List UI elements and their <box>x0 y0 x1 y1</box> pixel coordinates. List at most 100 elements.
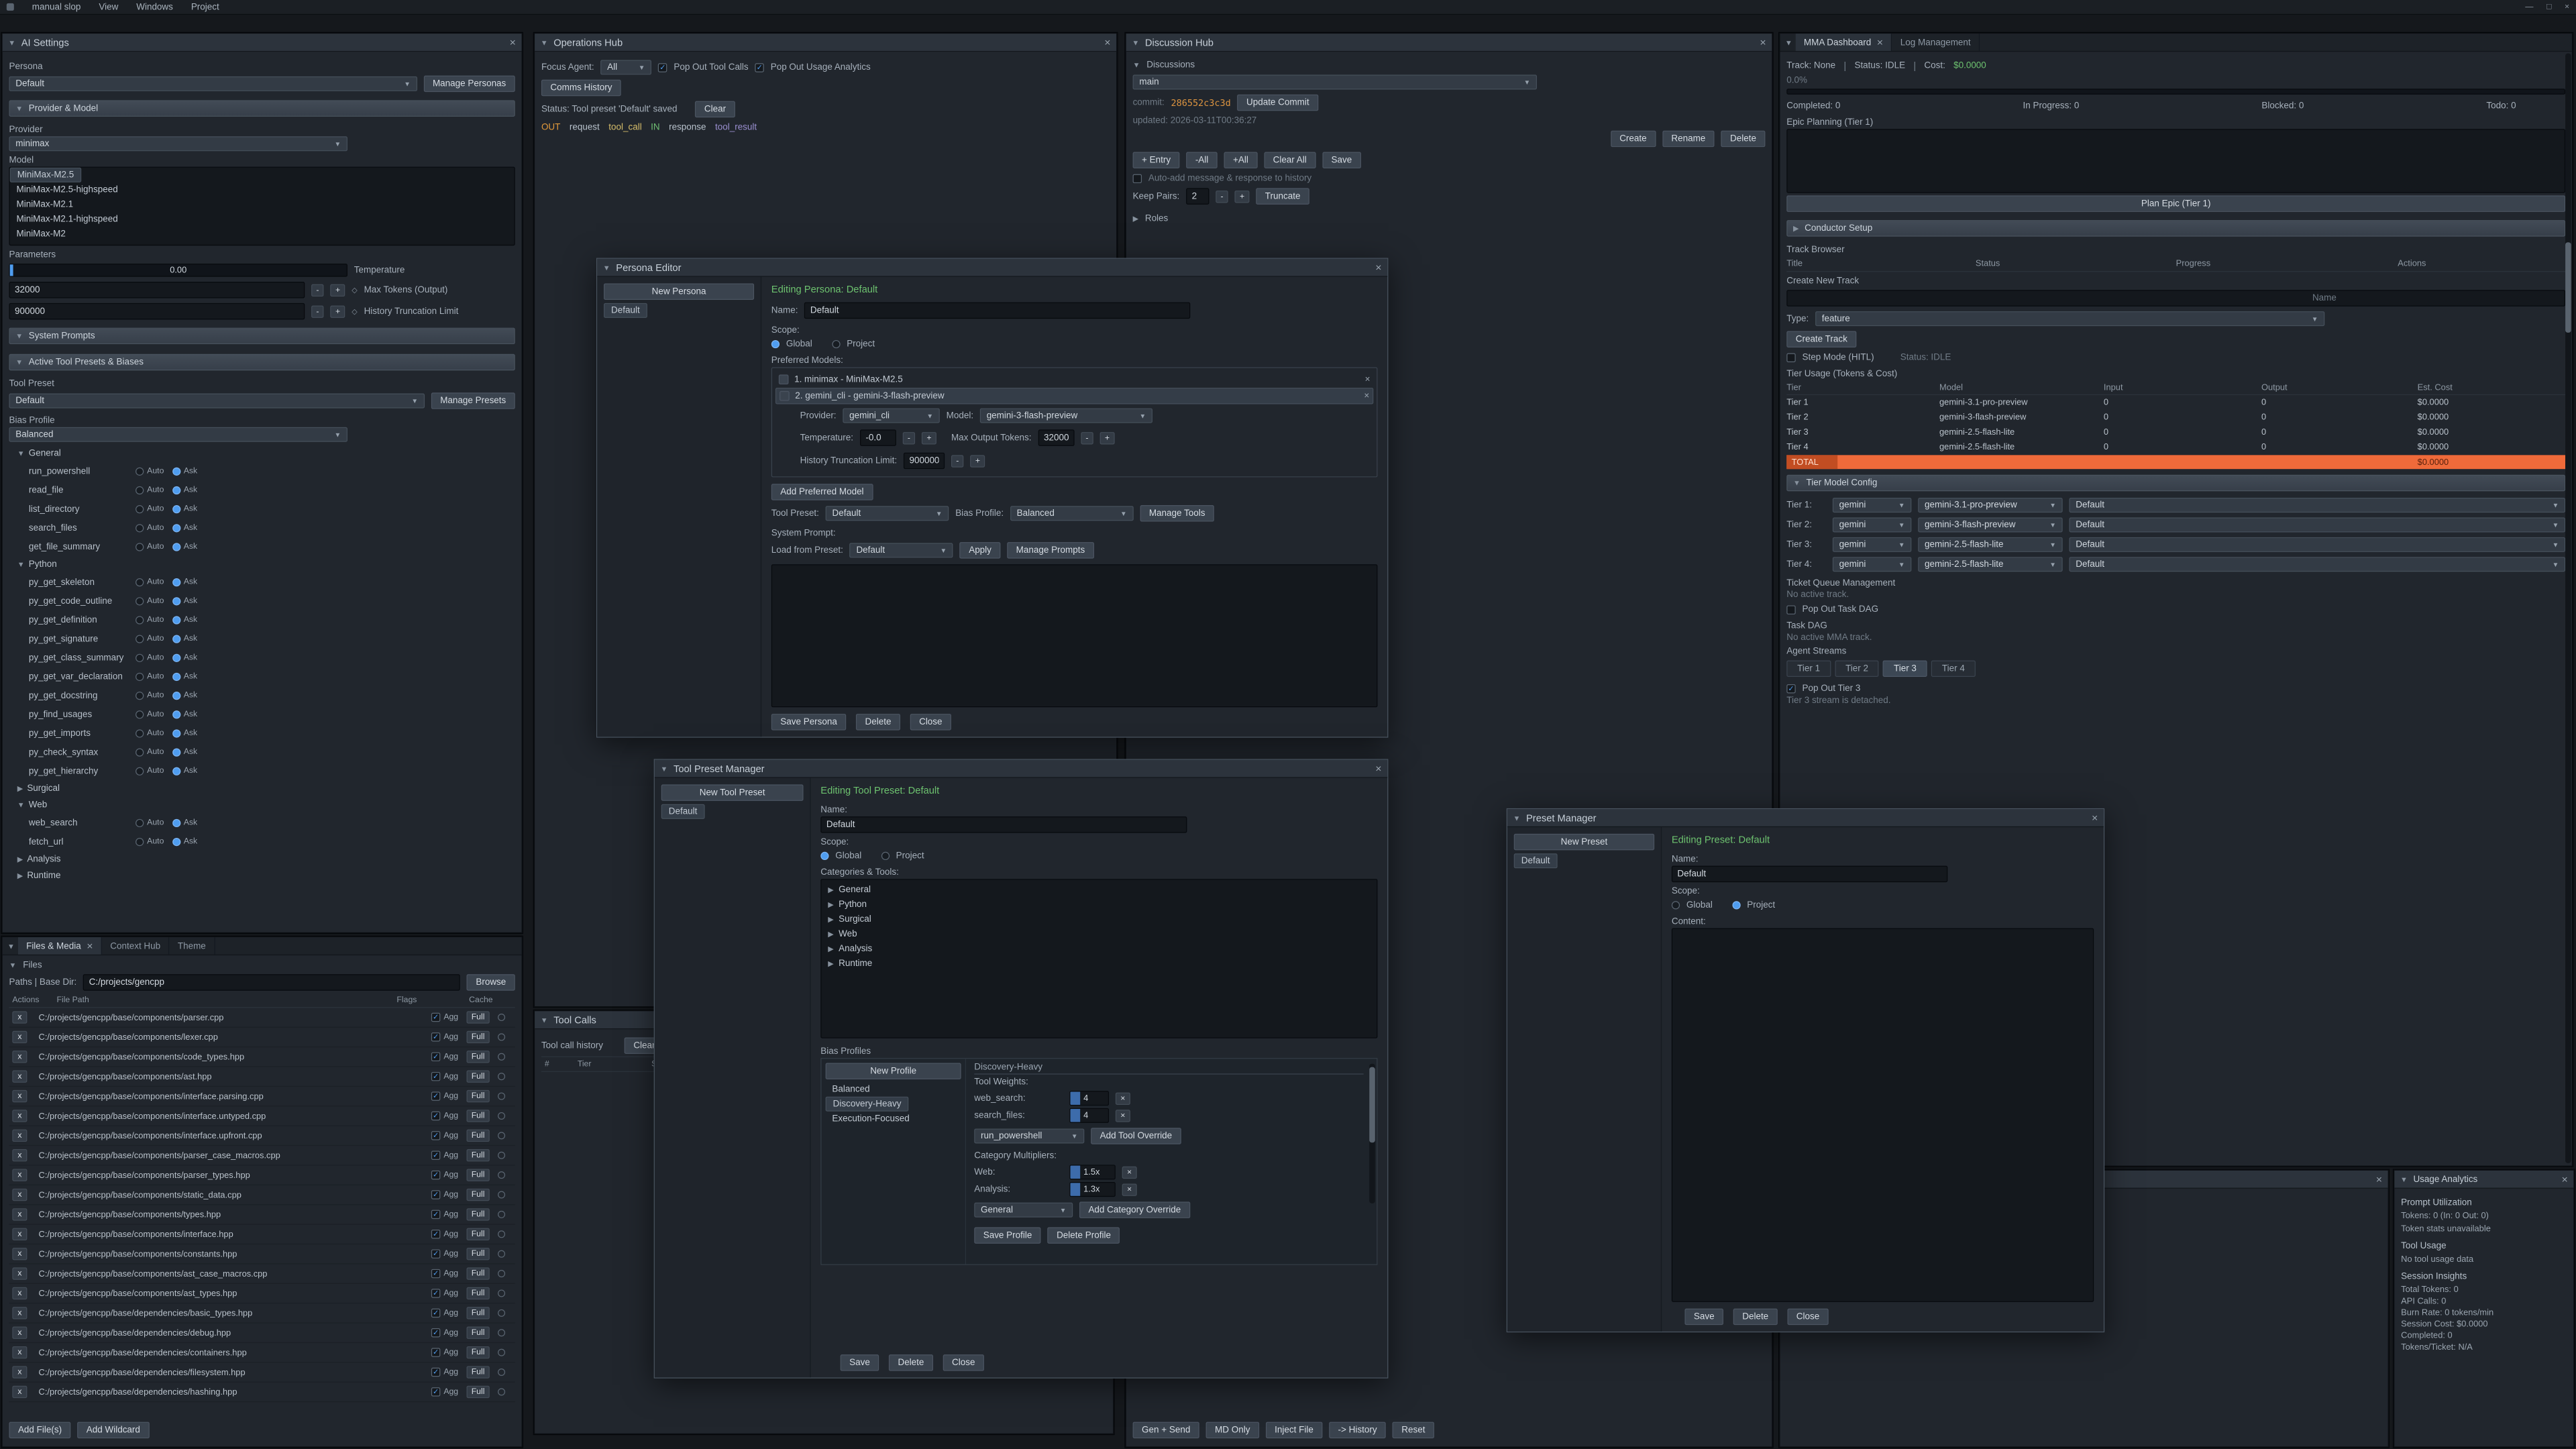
discussion-footer-button[interactable]: Gen + Send <box>1133 1422 1199 1438</box>
full-button[interactable]: Full <box>466 1071 489 1083</box>
bias-profile-item[interactable]: Discovery-Heavy <box>826 1097 909 1112</box>
track-name-input[interactable] <box>1786 290 2565 306</box>
cache-indicator[interactable] <box>498 1112 505 1120</box>
remove-model-icon[interactable]: × <box>1365 374 1371 384</box>
cache-indicator[interactable] <box>498 1211 505 1218</box>
tier-provider-select[interactable]: gemini▼ <box>1833 498 1912 513</box>
pm-history-input[interactable] <box>904 453 945 469</box>
section-conductor-setup[interactable]: ▶Conductor Setup <box>1786 220 2565 236</box>
cache-indicator[interactable] <box>498 1270 505 1277</box>
category-item[interactable]: ▶Python <box>821 897 1377 912</box>
category-item[interactable]: ▶Runtime <box>821 956 1377 971</box>
tool-group[interactable]: ▼Python <box>9 556 515 572</box>
pe-tool-preset-select[interactable]: Default▼ <box>826 506 949 521</box>
pop-out-tier3-checkbox[interactable]: ✓ <box>1786 684 1795 692</box>
auto-radio[interactable] <box>136 729 144 737</box>
remove-file-button[interactable]: x <box>12 1267 27 1279</box>
pop-out-tool-calls-checkbox[interactable]: ✓ <box>658 63 667 72</box>
usage-analytics-header[interactable]: ▼ Usage Analytics × <box>2394 1171 2573 1189</box>
section-tier-model-config[interactable]: ▼Tier Model Config <box>1786 475 2565 491</box>
chevron-down-icon[interactable]: ▼ <box>1513 814 1521 822</box>
discussion-manage-button[interactable]: Rename <box>1662 131 1715 147</box>
tool-group[interactable]: ▼Web <box>9 797 515 813</box>
ai-settings-header[interactable]: ▼ AI Settings × <box>3 34 522 52</box>
full-button[interactable]: Full <box>466 1228 489 1240</box>
category-item[interactable]: ▶Analysis <box>821 941 1377 956</box>
category-override-select[interactable]: General▼ <box>974 1203 1073 1218</box>
discussion-footer-button[interactable]: Inject File <box>1266 1422 1323 1438</box>
browse-button[interactable]: Browse <box>467 974 515 990</box>
remove-file-button[interactable]: x <box>12 1248 27 1260</box>
step-mode-checkbox[interactable]: ✓ <box>1786 353 1795 362</box>
ask-radio[interactable] <box>172 467 180 475</box>
ask-radio[interactable] <box>172 635 180 643</box>
preset-list[interactable]: Default <box>1514 853 1654 868</box>
full-button[interactable]: Full <box>466 1011 489 1023</box>
full-button[interactable]: Full <box>466 1267 489 1279</box>
tier-preset-select[interactable]: Default▼ <box>2069 498 2565 513</box>
remove-file-button[interactable]: x <box>12 1327 27 1339</box>
scope-project-radio[interactable] <box>1732 901 1740 909</box>
scrollbar-track[interactable] <box>1369 1064 1375 1203</box>
close-icon[interactable]: × <box>87 941 93 951</box>
discussion-manage-button[interactable]: Create <box>1611 131 1656 147</box>
cache-indicator[interactable] <box>498 1014 505 1021</box>
manage-personas-button[interactable]: Manage Personas <box>423 76 515 92</box>
remove-weight-button[interactable]: × <box>1116 1110 1130 1122</box>
new-tool-preset-button[interactable]: New Tool Preset <box>661 784 804 800</box>
cache-indicator[interactable] <box>498 1289 505 1297</box>
cache-indicator[interactable] <box>498 1152 505 1159</box>
base-dir-input[interactable] <box>83 974 460 990</box>
agg-checkbox[interactable]: ✓ <box>431 1387 440 1396</box>
model-option[interactable]: MiniMax-M2.1-highspeed <box>10 212 515 227</box>
chevron-down-icon[interactable]: ▼ <box>660 764 667 772</box>
full-button[interactable]: Full <box>466 1090 489 1102</box>
close-icon[interactable]: × <box>1375 262 1381 273</box>
chevron-down-icon[interactable]: ▼ <box>1132 38 1139 46</box>
auto-radio[interactable] <box>136 837 144 845</box>
pop-out-usage-checkbox[interactable]: ✓ <box>755 63 763 72</box>
chevron-down-icon[interactable]: ▼ <box>541 38 548 46</box>
save-persona-button[interactable]: Save Persona <box>771 714 847 730</box>
ask-radio[interactable] <box>172 672 180 680</box>
chevron-down-icon[interactable]: ▼ <box>2400 1175 2408 1183</box>
tool-preset-manager-header[interactable]: ▼ Tool Preset Manager × <box>655 760 1387 778</box>
close-icon[interactable]: × <box>1760 37 1766 48</box>
agg-checkbox[interactable]: ✓ <box>431 1210 440 1219</box>
chevron-down-icon[interactable]: ▼ <box>1785 38 1792 46</box>
decrement-button[interactable]: - <box>311 305 324 317</box>
pm-max-output-input[interactable] <box>1038 429 1074 445</box>
tier-preset-select[interactable]: Default▼ <box>2069 517 2565 532</box>
auto-radio[interactable] <box>136 818 144 826</box>
remove-file-button[interactable]: x <box>12 1169 27 1181</box>
truncate-button[interactable]: Truncate <box>1256 188 1309 204</box>
cache-indicator[interactable] <box>498 1329 505 1336</box>
scope-global-radio[interactable] <box>820 852 828 860</box>
cache-indicator[interactable] <box>498 1033 505 1040</box>
operations-hub-header[interactable]: ▼ Operations Hub × <box>535 34 1116 52</box>
preset-name-input[interactable] <box>1672 866 1947 882</box>
add-tool-override-button[interactable]: Add Tool Override <box>1091 1128 1181 1144</box>
full-button[interactable]: Full <box>466 1130 489 1142</box>
add-category-override-button[interactable]: Add Category Override <box>1079 1201 1190 1218</box>
max-tokens-input[interactable] <box>9 282 305 298</box>
tool-override-select[interactable]: run_powershell▼ <box>974 1128 1084 1143</box>
discussion-manage-button[interactable]: Delete <box>1721 131 1766 147</box>
delete-persona-button[interactable]: Delete <box>856 714 900 730</box>
remove-file-button[interactable]: x <box>12 1189 27 1201</box>
chevron-down-icon[interactable]: ▼ <box>9 961 16 969</box>
preferred-model-row[interactable]: 1. minimax - MiniMax-M2.5× <box>775 371 1373 387</box>
model-option[interactable]: MiniMax-M2 <box>10 227 515 241</box>
full-button[interactable]: Full <box>466 1248 489 1260</box>
remove-file-button[interactable]: x <box>12 1346 27 1358</box>
cache-indicator[interactable] <box>498 1093 505 1100</box>
persona-select[interactable]: Default▼ <box>9 76 417 91</box>
comms-history-button[interactable]: Comms History <box>541 80 621 96</box>
save-tool-preset-button[interactable]: Save <box>841 1354 879 1371</box>
decrement-button[interactable]: - <box>1081 431 1093 443</box>
maximize-icon[interactable]: □ <box>2546 3 2551 11</box>
agg-checkbox[interactable]: ✓ <box>431 1289 440 1297</box>
tier-provider-select[interactable]: gemini▼ <box>1833 517 1912 532</box>
agg-checkbox[interactable]: ✓ <box>431 1269 440 1278</box>
stream-tab[interactable]: Tier 2 <box>1835 660 1879 676</box>
